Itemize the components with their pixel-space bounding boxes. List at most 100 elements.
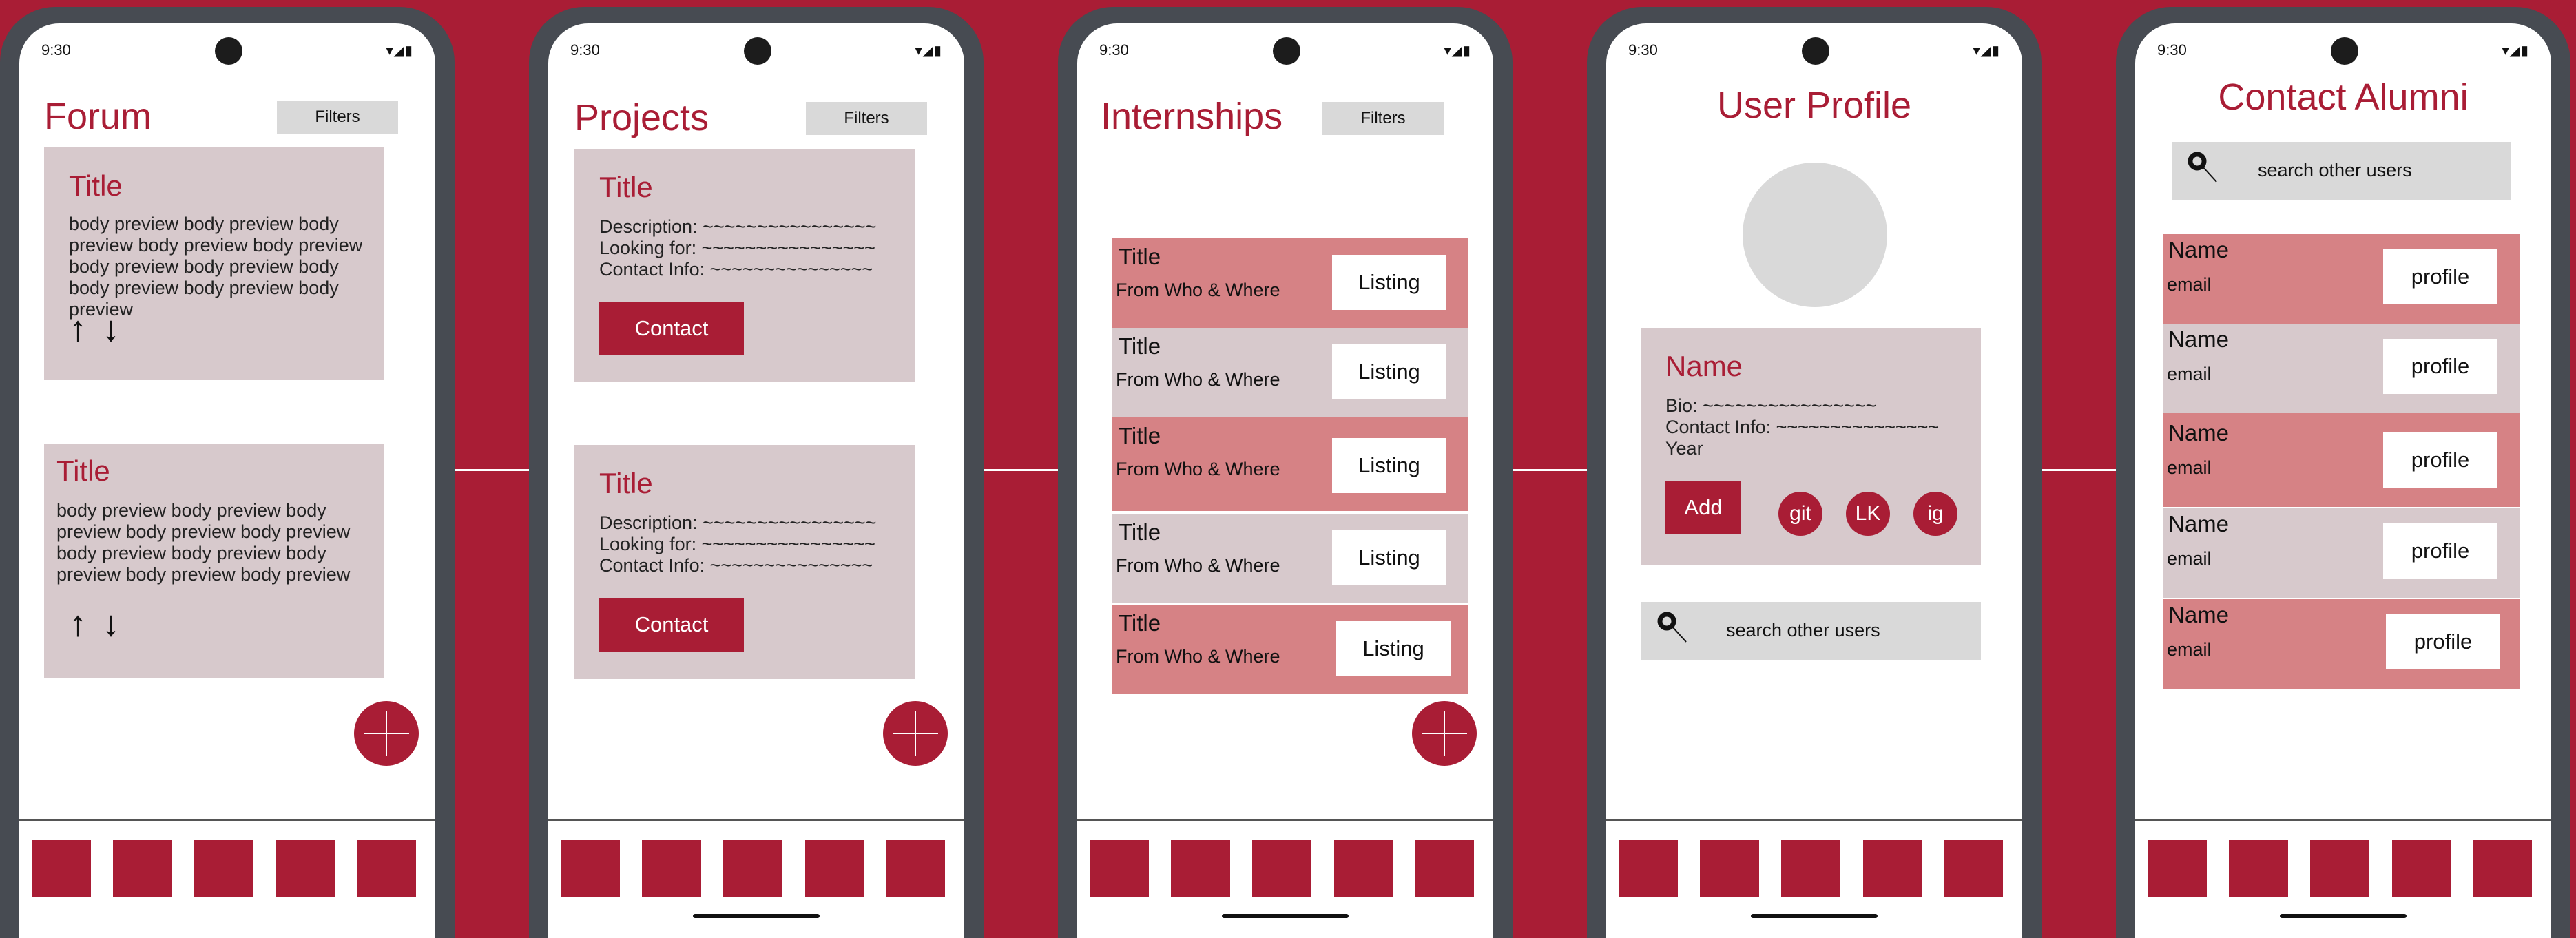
nav-button-5[interactable]	[1944, 840, 2003, 897]
add-post-button[interactable]	[354, 701, 419, 766]
post-title: Title	[56, 455, 110, 487]
nav-button-2[interactable]	[1700, 840, 1759, 897]
nav-button-3[interactable]	[194, 840, 253, 897]
upvote-icon[interactable]: ↑	[69, 604, 87, 644]
add-button[interactable]: Add	[1665, 481, 1741, 534]
nav-button-4[interactable]	[1334, 840, 1393, 897]
status-bar: 9:30 ▾◢▮	[19, 23, 435, 79]
nav-button-3[interactable]	[1252, 840, 1311, 897]
nav-button-2[interactable]	[2229, 840, 2288, 897]
linkedin-link-button[interactable]: LK	[1846, 492, 1890, 536]
downvote-icon[interactable]: ↓	[102, 309, 120, 349]
profile-button[interactable]: profile	[2383, 432, 2497, 488]
contact-button[interactable]: Contact	[599, 302, 744, 355]
forum-post-card[interactable]: Title body preview body preview body pre…	[44, 444, 384, 678]
home-indicator[interactable]	[1751, 914, 1878, 918]
signal-battery-icon: ▾◢▮	[2502, 43, 2529, 59]
upvote-icon[interactable]: ↑	[69, 309, 87, 349]
profile-button[interactable]: profile	[2383, 339, 2497, 394]
alumni-name: Name	[2168, 602, 2230, 627]
alumni-row[interactable]: Name email profile	[2163, 508, 2520, 598]
nav-button-3[interactable]	[723, 840, 782, 897]
internship-row[interactable]: Title From Who & Where Listing	[1112, 605, 1468, 694]
alumni-email: email	[2167, 457, 2212, 478]
flow-connector	[2042, 469, 2116, 471]
search-bar[interactable]: search other users	[2172, 142, 2511, 200]
home-indicator[interactable]	[2280, 914, 2407, 918]
nav-button-5[interactable]	[2473, 840, 2532, 897]
profile-bio: Bio: ~~~~~~~~~~~~~~~~	[1665, 395, 1877, 416]
listing-button[interactable]: Listing	[1332, 255, 1446, 310]
nav-button-5[interactable]	[357, 840, 416, 897]
bottom-nav	[1090, 840, 1481, 897]
nav-button-1[interactable]	[32, 840, 91, 897]
internship-row[interactable]: Title From Who & Where Listing	[1112, 514, 1468, 603]
nav-divider	[19, 819, 435, 821]
bottom-nav	[32, 840, 423, 897]
listing-button[interactable]: Listing	[1332, 438, 1446, 493]
projects-screen: 9:30 ▾◢▮ Projects Filters Title Descript…	[548, 23, 964, 938]
nav-button-3[interactable]	[1781, 840, 1840, 897]
alumni-email: email	[2167, 274, 2212, 295]
internship-source: From Who & Where	[1116, 459, 1280, 479]
nav-button-2[interactable]	[113, 840, 172, 897]
contact-button[interactable]: Contact	[599, 598, 744, 652]
instagram-link-button[interactable]: ig	[1913, 492, 1957, 536]
alumni-row[interactable]: Name email profile	[2163, 599, 2520, 689]
project-description: Description: ~~~~~~~~~~~~~~~~	[599, 512, 877, 533]
alumni-row[interactable]: Name email profile	[2163, 413, 2520, 507]
nav-button-1[interactable]	[1090, 840, 1149, 897]
signal-battery-icon: ▾◢▮	[386, 43, 413, 59]
nav-button-1[interactable]	[2148, 840, 2207, 897]
filters-button[interactable]: Filters	[1322, 102, 1444, 135]
status-time: 9:30	[41, 41, 71, 59]
home-indicator[interactable]	[1222, 914, 1349, 918]
nav-button-1[interactable]	[561, 840, 620, 897]
nav-button-1[interactable]	[1619, 840, 1678, 897]
project-card[interactable]: Title Description: ~~~~~~~~~~~~~~~~ Look…	[574, 149, 915, 382]
nav-button-2[interactable]	[1171, 840, 1230, 897]
filters-button[interactable]: Filters	[277, 101, 398, 134]
nav-button-5[interactable]	[886, 840, 945, 897]
status-bar: 9:30 ▾◢▮	[1606, 23, 2022, 79]
git-link-button[interactable]: git	[1778, 492, 1822, 536]
nav-button-4[interactable]	[276, 840, 335, 897]
nav-divider	[548, 819, 964, 821]
internship-source: From Who & Where	[1116, 555, 1280, 576]
internship-row[interactable]: Title From Who & Where Listing	[1112, 328, 1468, 417]
profile-year: Year	[1665, 438, 1703, 459]
listing-button[interactable]: Listing	[1332, 530, 1446, 585]
nav-button-3[interactable]	[2310, 840, 2369, 897]
nav-button-5[interactable]	[1415, 840, 1474, 897]
nav-button-4[interactable]	[805, 840, 864, 897]
search-icon	[1657, 612, 1687, 643]
avatar[interactable]	[1743, 163, 1887, 307]
alumni-row[interactable]: Name email profile	[2163, 324, 2520, 413]
nav-button-2[interactable]	[642, 840, 701, 897]
search-bar[interactable]: search other users	[1641, 602, 1981, 660]
profile-button[interactable]: profile	[2383, 249, 2497, 304]
add-internship-button[interactable]	[1412, 701, 1477, 766]
internship-row[interactable]: Title From Who & Where Listing	[1112, 417, 1468, 511]
listing-button[interactable]: Listing	[1336, 621, 1451, 676]
nav-button-4[interactable]	[1863, 840, 1922, 897]
internship-row[interactable]: Title From Who & Where Listing	[1112, 238, 1468, 328]
forum-post-card[interactable]: Title body preview body preview body pre…	[44, 147, 384, 380]
vote-controls: ↑ ↓	[69, 603, 135, 645]
project-card[interactable]: Title Description: ~~~~~~~~~~~~~~~~ Look…	[574, 445, 915, 679]
bottom-nav	[561, 840, 952, 897]
flow-connector	[984, 469, 1058, 471]
page-title: Projects	[574, 97, 709, 138]
add-project-button[interactable]	[883, 701, 948, 766]
profile-button[interactable]: profile	[2386, 614, 2500, 669]
filters-button[interactable]: Filters	[806, 102, 927, 135]
status-time: 9:30	[570, 41, 600, 59]
listing-button[interactable]: Listing	[1332, 344, 1446, 399]
downvote-icon[interactable]: ↓	[102, 604, 120, 644]
alumni-email: email	[2167, 364, 2212, 384]
alumni-row[interactable]: Name email profile	[2163, 234, 2520, 324]
search-icon	[2188, 152, 2217, 183]
home-indicator[interactable]	[693, 914, 820, 918]
profile-button[interactable]: profile	[2383, 523, 2497, 579]
nav-button-4[interactable]	[2392, 840, 2451, 897]
